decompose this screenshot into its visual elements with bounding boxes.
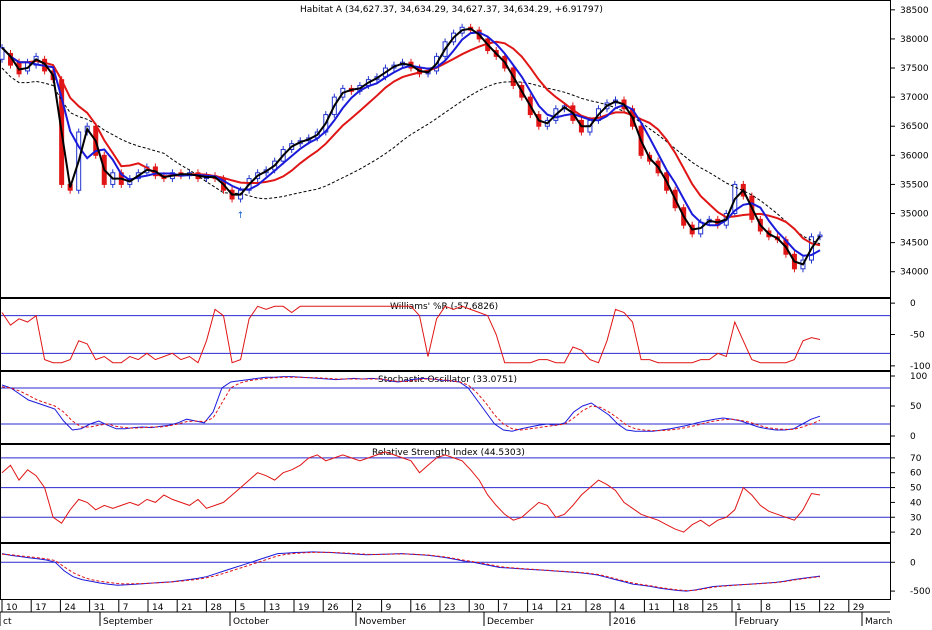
chart-window: Habitat A (34,627.37, 34,634.29, 34,627.… (0, 0, 932, 627)
x-tick-label: 17 (35, 603, 46, 613)
stochastic-tick-label: 50 (910, 402, 922, 412)
x-tick-label: 1 (736, 603, 742, 613)
month-label: December (487, 617, 534, 626)
x-tick-label: 28 (210, 603, 222, 613)
price-tick-label: 38000 (900, 35, 929, 45)
x-tick-label: 5 (240, 603, 246, 613)
x-tick-label: 18 (678, 603, 690, 613)
month-label: March (865, 617, 892, 626)
x-tick-label: 9 (386, 603, 392, 613)
williams-tick-label: 0 (910, 299, 916, 309)
stochastic-tick-label: 100 (910, 372, 927, 382)
x-tick-label: 8 (765, 603, 771, 613)
price-tick-label: 34500 (900, 239, 929, 249)
x-tick-label: 13 (269, 603, 280, 613)
rsi-tick-label: 70 (910, 454, 922, 464)
x-tick-label: 15 (794, 603, 805, 613)
price-tick-label: 35500 (900, 180, 929, 190)
x-tick-label: 2 (356, 603, 362, 613)
x-tick-label: 7 (123, 603, 129, 613)
x-tick-label: 30 (473, 603, 485, 613)
x-tick-label: 25 (707, 603, 718, 613)
month-label: September (103, 617, 153, 626)
price-tick-label: 37000 (900, 93, 929, 103)
up-arrow-marker: ↑ (237, 211, 245, 221)
rsi-tick-label: 50 (910, 484, 922, 494)
x-tick-label: 26 (327, 603, 339, 613)
stochastic-tick-label: 0 (910, 432, 916, 442)
price-tick-label: 37500 (900, 64, 929, 74)
x-tick-label: 4 (619, 603, 625, 613)
price-tick-label: 36000 (900, 151, 929, 161)
month-label: February (739, 617, 780, 626)
x-tick-label: 16 (415, 603, 427, 613)
month-label: November (359, 617, 406, 626)
rsi-tick-label: 60 (910, 469, 922, 479)
macd-tick-label: 0 (910, 558, 916, 568)
x-tick-label: 23 (444, 603, 455, 613)
price-title: Habitat A (34,627.37, 34,634.29, 34,627.… (300, 5, 603, 15)
macd-tick-label: -500 (910, 587, 931, 597)
rsi-panel (0, 444, 891, 543)
month-label: October (233, 617, 269, 626)
price-tick-label: 38500 (900, 6, 929, 16)
x-tick-label: 10 (6, 603, 18, 613)
x-tick-label: 29 (853, 603, 865, 613)
x-tick-label: 14 (532, 603, 544, 613)
price-tick-label: 34000 (900, 268, 929, 278)
month-label: 2016 (613, 617, 636, 626)
rsi-tick-label: 40 (910, 498, 922, 508)
x-tick-label: 21 (181, 603, 192, 613)
month-label: ct (3, 617, 12, 626)
x-tick-label: 31 (94, 603, 105, 613)
x-tick-label: 14 (152, 603, 164, 613)
x-tick-label: 24 (64, 603, 76, 613)
rsi-tick-label: 30 (910, 513, 922, 523)
price-tick-label: 36500 (900, 122, 929, 132)
x-tick-label: 22 (824, 603, 835, 613)
williams-tick-label: -100 (910, 362, 931, 372)
x-tick-label: 28 (590, 603, 602, 613)
x-tick-label: 21 (561, 603, 572, 613)
x-tick-label: 11 (648, 603, 659, 613)
macd-panel (0, 543, 891, 600)
rsi-tick-label: 20 (910, 528, 922, 538)
x-tick-label: 19 (298, 603, 310, 613)
stochastic-title: Stochastic Oscillator (33.0751) (378, 375, 517, 385)
x-tick-label: 7 (502, 603, 508, 613)
williams-tick-label: -50 (910, 331, 925, 341)
stock-chart: Habitat A (34,627.37, 34,634.29, 34,627.… (0, 0, 931, 627)
price-tick-label: 35000 (900, 210, 929, 220)
